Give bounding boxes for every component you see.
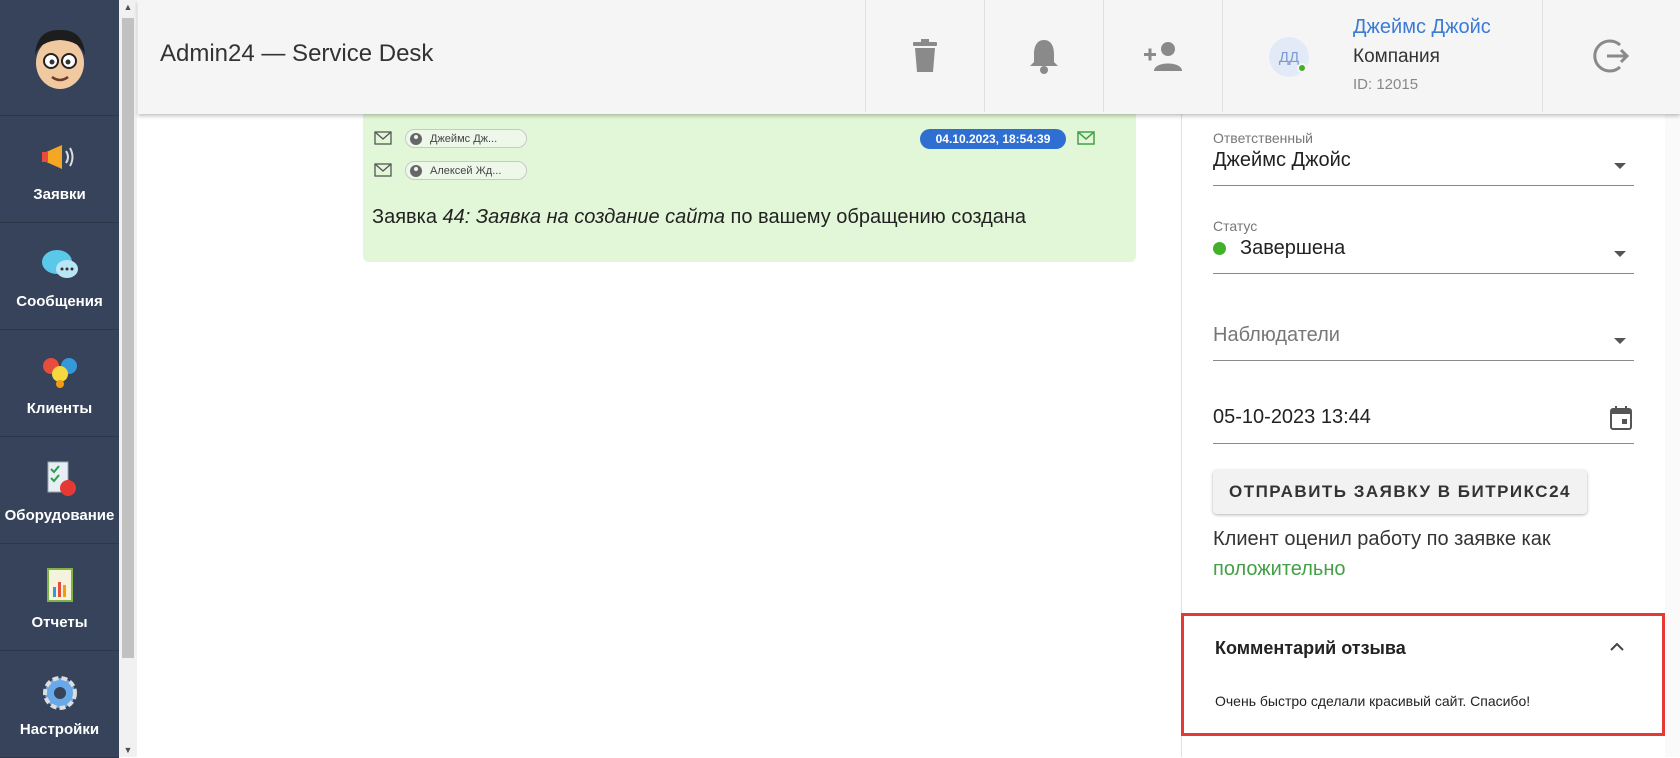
equipment-icon (38, 457, 82, 501)
status-value: Завершена (1213, 237, 1634, 260)
avatar-initials: ДД (1278, 48, 1300, 66)
user-name[interactable]: Джеймс Джойс (1353, 16, 1491, 39)
status-label: Статус (1213, 218, 1258, 234)
sidebar-item-label: Настройки (19, 720, 100, 738)
message-request-title: 44: Заявка на создание сайта (442, 206, 725, 228)
page-title: Admin24 — Service Desk (160, 40, 434, 67)
message-text-suffix: по вашему обращению создана (724, 206, 1027, 228)
mail-outgoing-icon (374, 131, 392, 145)
rating-text: Клиент оценил работу по заявке как (1213, 528, 1551, 550)
user-circle-icon (410, 164, 422, 177)
observers-select[interactable]: Наблюдатели (1213, 324, 1634, 361)
sidebar-item-label: Клиенты (26, 399, 93, 417)
add-user-button[interactable] (1103, 0, 1222, 112)
sidebar-item-messages[interactable]: Сообщения (0, 223, 119, 330)
trash-icon (913, 39, 937, 72)
status-select[interactable]: Статус Завершена (1213, 218, 1634, 274)
sidebar-scrollbar[interactable]: ▲ ▼ (119, 0, 137, 757)
logout-icon (1592, 39, 1629, 73)
recipient-name: Алексей Жд... (430, 164, 502, 177)
people-icon (38, 350, 82, 394)
observers-placeholder: Наблюдатели (1213, 324, 1340, 346)
sidebar-item-label: Сообщения (16, 292, 103, 310)
scrollbar-thumb[interactable] (122, 18, 134, 658)
sidebar-item-label: Оборудование (4, 506, 115, 524)
sender-name: Джеймс Дж... (430, 132, 498, 145)
sidebar-item-label: Отчеты (31, 613, 88, 631)
sidebar-item-label: Заявки (33, 185, 86, 203)
logout-button[interactable] (1542, 0, 1680, 112)
deadline-date-field[interactable]: 05-10-2023 13:44 (1213, 406, 1634, 444)
rating-value: положительно (1213, 558, 1346, 580)
review-comment-title[interactable]: Комментарий отзыва (1215, 638, 1406, 659)
deadline-value: 05-10-2023 13:44 (1213, 406, 1371, 428)
status-text: Завершена (1240, 237, 1346, 259)
sidebar-item-clients[interactable]: Клиенты (0, 330, 119, 437)
scroll-down-icon[interactable]: ▼ (123, 745, 133, 755)
status-dot-icon (1213, 242, 1226, 255)
message-text-prefix: Заявка (372, 206, 443, 228)
gear-icon (38, 671, 82, 715)
panel-scrollbar[interactable] (1665, 114, 1680, 757)
add-user-icon (1144, 42, 1182, 71)
delete-button[interactable] (865, 0, 984, 112)
calendar-icon[interactable] (1610, 406, 1632, 430)
chevron-up-icon[interactable] (1610, 640, 1624, 654)
notifications-button[interactable] (984, 0, 1103, 112)
chevron-down-icon (1614, 251, 1626, 257)
sidebar-item-reports[interactable]: Отчеты (0, 544, 119, 651)
responsible-value: Джеймс Джойс (1213, 149, 1351, 171)
top-header: Admin24 — Service Desk ДД Джеймс Джойс К… (138, 0, 1680, 114)
user-id: ID: 12015 (1353, 76, 1419, 93)
user-profile[interactable]: ДД Джеймс Джойс Компания ID: 12015 (1222, 0, 1542, 112)
message-card: Джеймс Дж... Алексей Жд... 04.10.2023, 1… (363, 114, 1136, 262)
report-icon (38, 564, 82, 608)
megaphone-icon (38, 136, 82, 180)
user-company: Компания (1353, 46, 1440, 67)
responsible-select[interactable]: Ответственный Джеймс Джойс (1213, 130, 1634, 186)
user-circle-icon (410, 132, 422, 145)
avatar-logo-icon (34, 29, 85, 89)
review-comment-section: Комментарий отзыва Очень быстро сделали … (1181, 613, 1665, 736)
sidebar-item-equipment[interactable]: Оборудование (0, 437, 119, 544)
recipient-chip[interactable]: Алексей Жд... (405, 161, 527, 180)
online-status-dot (1297, 63, 1307, 73)
mail-check-icon (1077, 131, 1095, 145)
sidebar-item-settings[interactable]: Настройки (0, 651, 119, 758)
bell-icon (1030, 40, 1058, 74)
sender-chip[interactable]: Джеймс Дж... (405, 129, 527, 148)
logo[interactable] (0, 0, 119, 116)
scroll-up-icon[interactable]: ▲ (123, 2, 133, 12)
message-date-badge: 04.10.2023, 18:54:39 (920, 129, 1066, 149)
chevron-down-icon (1614, 163, 1626, 169)
avatar[interactable]: ДД (1269, 37, 1309, 77)
message-text: Заявка 44: Заявка на создание сайта по в… (372, 206, 1026, 229)
review-comment-text: Очень быстро сделали красивый сайт. Спас… (1215, 693, 1531, 709)
chat-bubbles-icon (38, 243, 82, 287)
send-to-bitrix24-button[interactable]: ОТПРАВИТЬ ЗАЯВКУ В БИТРИКС24 (1213, 470, 1587, 514)
sidebar: Заявки Сообщения Клиенты Оборудование От… (0, 0, 119, 758)
client-rating: Клиент оценил работу по заявке как полож… (1213, 524, 1643, 584)
sidebar-item-requests[interactable]: Заявки (0, 116, 119, 223)
responsible-label: Ответственный (1213, 130, 1313, 146)
mail-incoming-icon (374, 163, 392, 177)
chevron-down-icon (1614, 338, 1626, 344)
